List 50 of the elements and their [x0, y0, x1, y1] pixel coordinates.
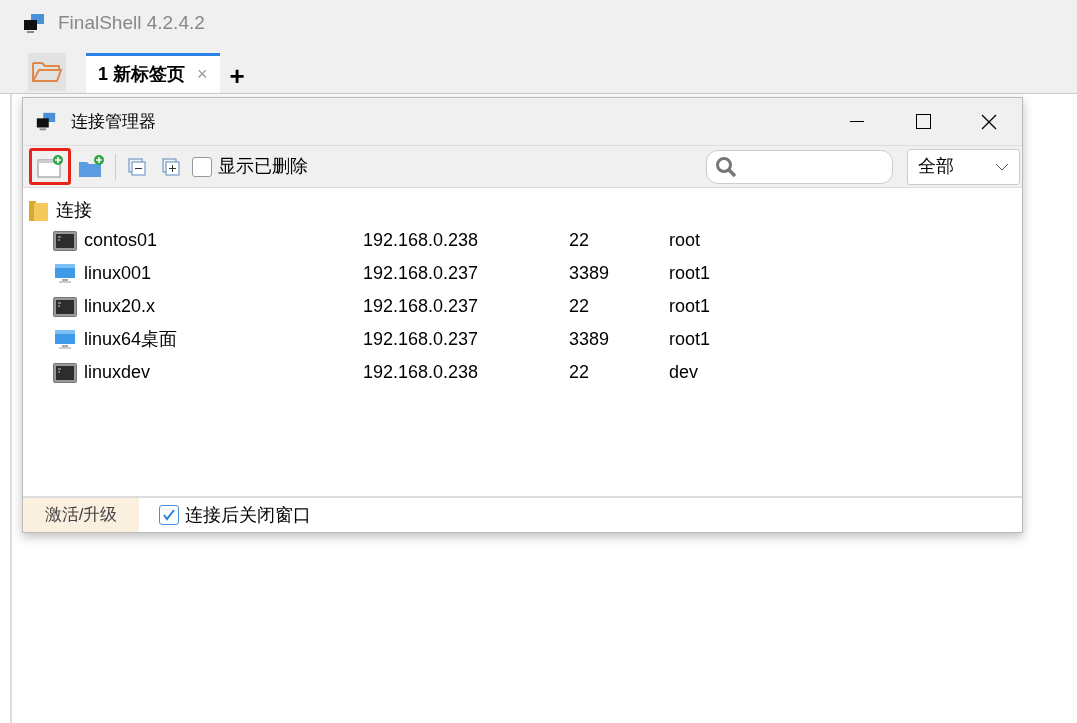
user-cell-text: root1	[669, 262, 711, 285]
folder-button[interactable]	[28, 53, 66, 91]
close-icon	[981, 113, 997, 130]
monitor-icon	[53, 328, 77, 351]
folder-icon	[28, 198, 50, 222]
close-after-connect-checkbox[interactable]	[159, 505, 179, 525]
show-deleted-checkbox[interactable]	[192, 156, 212, 177]
filter-dropdown[interactable]: 全部	[907, 148, 1020, 185]
add-tab-button[interactable]: +	[229, 63, 245, 89]
monitor-icon	[53, 262, 77, 285]
search-icon	[715, 155, 737, 178]
collapse-icon	[127, 156, 147, 177]
host-cell-text: 192.168.0.237	[363, 328, 480, 351]
port-cell-text: 22	[569, 361, 591, 384]
tree-folder-label[interactable]: 连接	[56, 196, 92, 224]
terminal-icon	[53, 230, 77, 251]
host-cell-text: 192.168.0.237	[363, 295, 480, 318]
new-connection-button[interactable]	[29, 148, 71, 185]
monitors-icon	[22, 11, 46, 36]
window-title: FinalShell 4.2.4.2	[58, 11, 205, 36]
terminal-icon	[53, 296, 77, 317]
connection-name[interactable]: linux64桌面	[84, 326, 363, 353]
new-window-icon	[36, 154, 64, 179]
chevron-down-icon	[995, 162, 1009, 171]
dialog-title: 连接管理器	[71, 110, 156, 133]
host-cell-text: 192.168.0.238	[363, 361, 480, 384]
user-cell-text: root1	[669, 328, 711, 351]
port-cell-text: 22	[569, 229, 591, 252]
tab[interactable]: 1 新标签页 ×	[86, 53, 220, 93]
user-cell-text: dev	[669, 361, 699, 384]
terminal-icon	[53, 362, 77, 383]
expand-icon	[161, 156, 181, 177]
port-cell-text: 22	[569, 295, 591, 318]
connection-name[interactable]: linuxdev	[84, 359, 363, 386]
activate-upgrade-button[interactable]: 激活/升级	[23, 498, 139, 532]
port-cell-text: 3389	[569, 328, 611, 351]
host-cell-text: 192.168.0.238	[363, 229, 480, 252]
monitors-icon	[35, 110, 57, 133]
user-cell-text: root	[669, 229, 701, 252]
connection-name[interactable]: linux001	[84, 260, 363, 287]
folder-icon	[31, 60, 63, 84]
connection-name[interactable]: linux20.x	[84, 293, 363, 320]
show-deleted-label: 显示已删除	[218, 155, 308, 178]
port-cell-text: 3389	[569, 262, 611, 285]
connection-name[interactable]: contos01	[84, 227, 363, 254]
close-after-connect-label: 连接后关闭窗口	[185, 503, 311, 527]
host-cell-text: 192.168.0.237	[363, 262, 480, 285]
user-cell-text: root1	[669, 295, 711, 318]
search-field[interactable]	[706, 149, 893, 184]
new-folder-icon	[77, 154, 105, 179]
